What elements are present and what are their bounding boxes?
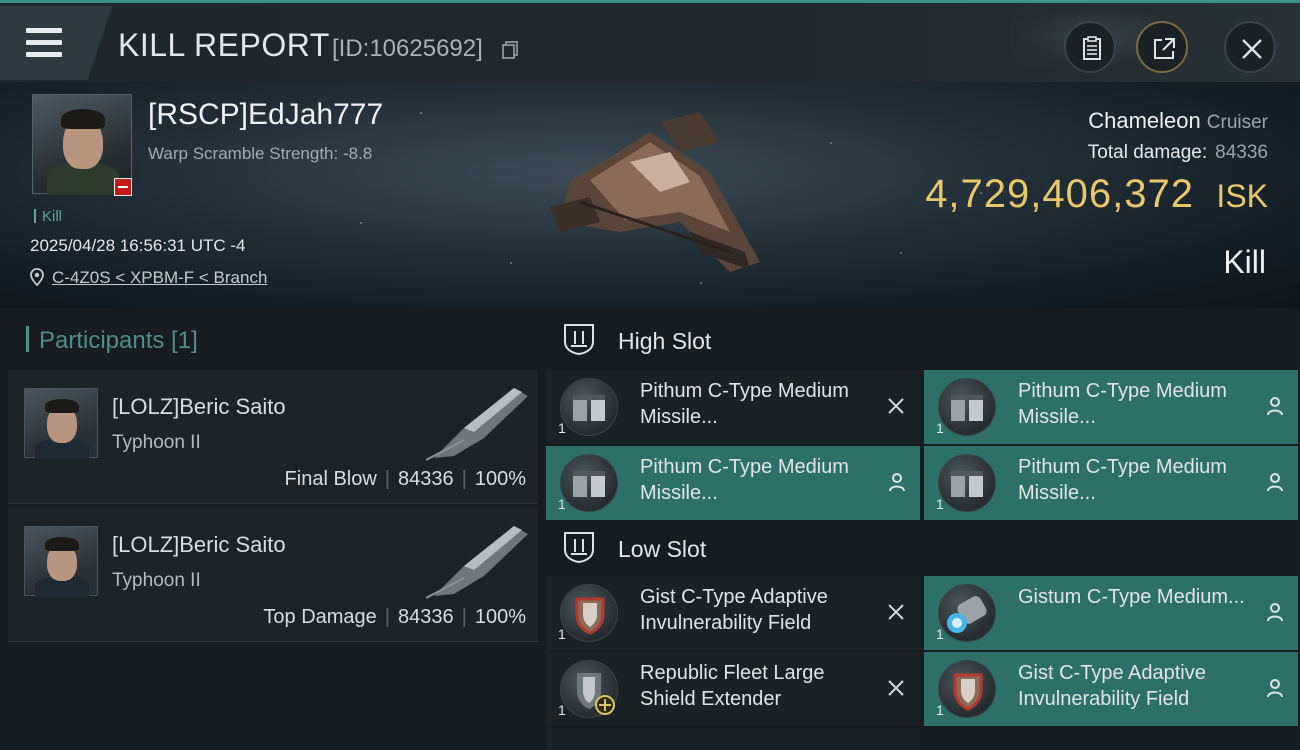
total-damage-label: Total damage: [1087,142,1208,163]
participant-ship: Typhoon II [112,570,201,591]
isk-value: 4,729,406,372 [925,172,1194,216]
ship-class: Cruiser [1206,112,1268,133]
participant-role: Final Blow [284,468,377,490]
participant-ship-image [425,388,528,461]
module-quantity: 1 [936,496,944,512]
ship-name[interactable]: Chameleon Cruiser [1088,108,1268,134]
participant-portrait [24,388,98,459]
module-quantity: 1 [558,420,566,436]
module-name: Republic Fleet Large Shield Extender [640,662,825,710]
kill-id: [ID:10625692] [332,35,483,62]
destroyed-icon [888,398,904,414]
module-cell[interactable]: 1 Gistum C-Type Medium... [924,576,1298,650]
participants-header: Participants [1] [26,326,198,355]
participant-percent: 100% [474,468,526,490]
module-cell[interactable]: 1 Pithum C-Type Medium Missile... [924,370,1298,444]
launcher-icon [560,378,618,436]
module-name: Gist C-Type Adaptive Invulnerability Fie… [1018,662,1206,710]
module-quantity: 1 [558,702,566,718]
close-icon [1242,39,1262,59]
person-icon [1267,679,1283,698]
module-name: Pithum C-Type Medium Missile... [640,380,849,428]
launcher-icon [938,454,996,512]
launcher-icon [938,378,996,436]
shield-hardener-icon [938,660,996,718]
module-cell[interactable]: 1 Gist C-Type Adaptive Invulnerability F… [546,576,920,650]
title-bar: KILL REPORT [ID:10625692] [0,0,1300,82]
low-slot-icon [564,532,594,564]
isk-unit: ISK [1216,178,1268,214]
participant-name: [LOLZ]Beric Saito [112,394,286,419]
fitting-panel: High Slot 1 Pithum C-Type Medium Missile… [540,308,1300,750]
module-cell[interactable]: 1 Republic Fleet Large Shield Extender [546,652,920,726]
low-slot-title: Low Slot [618,536,707,562]
victim-banner: [RSCP]EdJah777 Warp Scramble Strength: -… [0,82,1300,308]
participant-percent: 100% [474,606,526,628]
launcher-icon [560,454,618,512]
person-icon [1267,603,1283,622]
kill-tag: Kill [34,208,62,225]
module-cell[interactable]: 1 Pithum C-Type Medium Missile... [546,370,920,444]
warp-scramble-strength: Warp Scramble Strength: -8.8 [148,144,373,163]
person-icon [889,473,905,492]
module-quantity: 1 [558,626,566,642]
share-icon [1154,38,1175,59]
participant-portrait [24,526,98,597]
high-slot-icon [564,324,594,356]
low-slot-header: Low Slot [546,516,1300,578]
module-cell[interactable] [546,728,920,750]
high-slot-title: High Slot [618,328,712,354]
share-button[interactable] [1136,21,1188,73]
participant-name: [LOLZ]Beric Saito [112,532,286,557]
participant-ship: Typhoon II [112,432,201,453]
clipboard-button[interactable] [1064,21,1116,73]
person-icon [1267,397,1283,416]
module-name: Pithum C-Type Medium Missile... [640,456,849,504]
shield-booster-icon [938,584,996,642]
close-button[interactable] [1224,21,1276,73]
shield-hardener-icon [560,584,618,642]
copy-icon[interactable] [502,41,518,59]
participant-damage: 84336 [398,468,454,490]
menu-button[interactable] [0,6,112,80]
page-title: KILL REPORT [118,27,330,63]
module-quantity: 1 [936,420,944,436]
participants-panel: Participants [1] [LOLZ]Beric Saito Typho… [0,308,540,750]
total-damage: Total damage: 84336 [1088,142,1268,164]
participant-ship-image [425,526,528,599]
kill-datetime: 2025/04/28 16:56:31 UTC -4 [30,236,246,255]
clipboard-icon [1083,36,1101,60]
module-name: Pithum C-Type Medium Missile... [1018,380,1227,428]
participant-row[interactable]: [LOLZ]Beric Saito Typhoon II Top Damage |… [8,508,538,642]
victim-ship-image [550,112,760,272]
module-cell[interactable]: 1 Pithum C-Type Medium Missile... [546,446,920,520]
shield-extender-icon [560,660,618,718]
module-quantity: 1 [558,496,566,512]
participant-stats: Top Damage | 84336 | 100% [263,606,526,628]
destroyed-icon [888,680,904,696]
module-name: Gist C-Type Adaptive Invulnerability Fie… [640,586,828,634]
ship-type: Chameleon [1088,108,1201,133]
header-decoration [1010,6,1230,82]
module-name: Pithum C-Type Medium Missile... [1018,456,1227,504]
high-slot-header: High Slot [546,308,1300,370]
person-icon [1267,473,1283,492]
location-link[interactable]: C-4Z0S < XPBM-F < Branch [52,268,267,288]
module-cell[interactable]: 1 Pithum C-Type Medium Missile... [924,446,1298,520]
location-pin-icon [30,268,44,286]
participant-row[interactable]: [LOLZ]Beric Saito Typhoon II Final Blow |… [8,370,538,504]
module-cell[interactable]: 1 Gist C-Type Adaptive Invulnerability F… [924,652,1298,726]
participant-damage: 84336 [398,606,454,628]
participant-role: Top Damage [263,606,377,628]
result-label: Kill [1223,244,1266,280]
module-quantity: 1 [936,626,944,642]
destroyed-icon [888,604,904,620]
module-quantity: 1 [936,702,944,718]
module-name: Gistum C-Type Medium... [1018,586,1245,608]
total-damage-value: 84336 [1215,142,1268,163]
participant-stats: Final Blow | 84336 | 100% [284,468,526,490]
security-status-badge [114,178,132,196]
victim-name[interactable]: [RSCP]EdJah777 [148,98,383,132]
